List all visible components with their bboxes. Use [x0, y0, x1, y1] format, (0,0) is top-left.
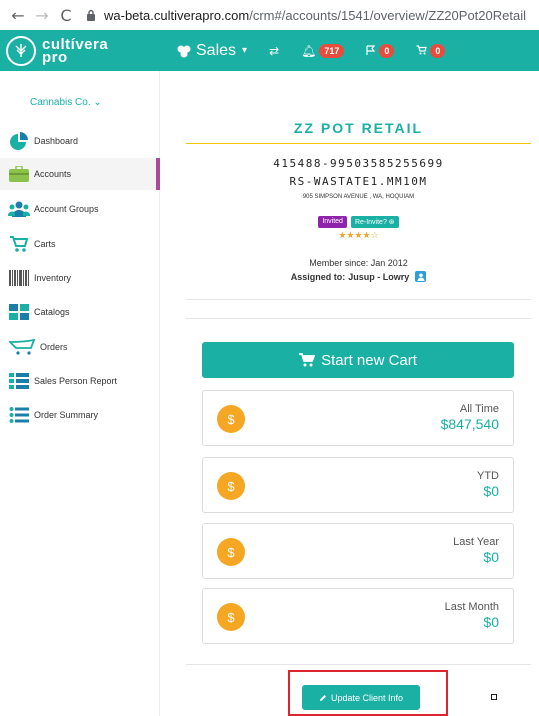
person-icon[interactable]	[415, 271, 427, 282]
sidebar-item-label: Dashboard	[34, 136, 79, 146]
sidebar-item-label: Catalogs	[34, 307, 70, 317]
users-icon	[8, 199, 30, 219]
sales-label: Sales	[196, 41, 237, 59]
divider	[186, 318, 531, 319]
logo[interactable]: cultívera pro	[6, 35, 158, 66]
barcode-icon	[8, 268, 30, 288]
sales-icon	[176, 44, 192, 58]
sidebar-item-carts[interactable]: Carts	[0, 228, 160, 260]
highlight-annotation	[288, 670, 448, 716]
swap-icon: ⇄	[269, 43, 280, 58]
stat-value: $0	[483, 483, 499, 499]
assigned-name: Jusup - Lowry	[348, 271, 410, 282]
sidebar-item-accounts[interactable]: Accounts	[0, 158, 160, 190]
cart-header-button[interactable]: 0	[416, 43, 446, 58]
account-address: 905 SIMPSON AVENUE , WA, HOQUIAM	[302, 194, 415, 200]
divider	[186, 664, 531, 665]
sidebar-item-label: Carts	[34, 239, 56, 249]
swap-button[interactable]: ⇄	[269, 44, 279, 58]
sidebar-item-order-summary[interactable]: Order Summary	[0, 399, 160, 431]
sidebar-item-account-groups[interactable]: Account Groups	[0, 193, 160, 225]
main-content: ZZ POT RETAIL 415488-99503585255699 RS-W…	[172, 78, 539, 716]
cart-badge: 0	[430, 43, 446, 58]
account-number: 415488-99503585255699	[273, 157, 444, 170]
dollar-coin-icon: $	[217, 472, 245, 500]
start-new-cart-button[interactable]: Start new Cart	[202, 342, 514, 378]
title-divider	[186, 143, 531, 144]
dollar-coin-icon: $	[217, 603, 245, 631]
stat-value: $0	[483, 614, 499, 630]
sales-menu[interactable]: Sales ▾	[176, 42, 247, 60]
sidebar-item-orders[interactable]: Orders	[0, 331, 160, 363]
dollar-coin-icon: $	[217, 405, 245, 433]
flags-button[interactable]: 0	[366, 43, 395, 58]
cart-outline-icon	[8, 337, 36, 357]
reload-icon[interactable]: C	[54, 3, 78, 27]
logo-leaf-icon	[6, 35, 36, 66]
url-path: /crm#/accounts/1541/overview/ZZ20Pot20Re…	[249, 7, 526, 23]
sidebar-item-dashboard[interactable]: Dashboard	[0, 125, 160, 157]
divider	[186, 299, 531, 300]
flag-icon	[366, 44, 376, 58]
stat-card-ytd: $ YTD $0	[202, 457, 514, 513]
lock-icon	[84, 8, 98, 22]
sidebar-item-catalogs[interactable]: Catalogs	[0, 296, 160, 328]
url-host: wa-beta.cultiverapro.com	[104, 7, 250, 23]
sidebar-item-inventory[interactable]: Inventory	[0, 262, 160, 294]
stat-card-last-year: $ Last Year $0	[202, 523, 514, 579]
list-icon	[8, 371, 30, 391]
notifications-button[interactable]: 🔔︎ 717	[301, 43, 345, 58]
bell-icon: 🔔︎	[301, 43, 317, 58]
invited-badge: Invited	[318, 216, 347, 228]
invite-badges: Invited Re-Invite? ⊛	[186, 216, 531, 228]
account-title: ZZ POT RETAIL	[293, 120, 424, 136]
stat-label: Last Year	[453, 536, 499, 548]
cart-icon	[416, 44, 428, 58]
back-icon[interactable]: ←	[6, 3, 30, 27]
sidebar-item-label: Accounts	[34, 169, 72, 179]
flags-badge: 0	[379, 43, 395, 58]
stat-value: $0	[483, 549, 499, 565]
browser-toolbar: ← → C wa-beta.cultiverapro.com/crm#/acco…	[0, 0, 539, 30]
cart-icon	[8, 234, 30, 254]
briefcase-icon	[8, 164, 30, 184]
cart-icon	[299, 353, 316, 367]
sidebar-item-label: Orders	[40, 342, 68, 352]
stat-value: $847,540	[440, 416, 499, 432]
address-bar[interactable]: wa-beta.cultiverapro.com/crm#/accounts/1…	[84, 8, 539, 23]
app-header: cultívera pro Sales ▾ ⇄ 🔔︎ 717 0 0	[0, 30, 539, 71]
stat-label: YTD	[477, 470, 499, 482]
square-icon[interactable]	[491, 694, 497, 700]
sidebar-item-label: Inventory	[34, 273, 72, 283]
reinvite-button[interactable]: Re-Invite? ⊛	[350, 216, 399, 228]
stat-label: All Time	[459, 403, 499, 415]
dashboard-pie-icon	[8, 131, 30, 151]
sidebar-item-label: Sales Person Report	[34, 376, 118, 386]
stat-label: Last Month	[444, 601, 499, 613]
sidebar-item-label: Order Summary	[34, 410, 99, 420]
sidebar-item-label: Account Groups	[34, 204, 99, 214]
list-icon	[8, 405, 30, 425]
sidebar-item-sales-person-report[interactable]: Sales Person Report	[0, 365, 160, 397]
dollar-coin-icon: $	[217, 538, 245, 566]
rating-stars: ★★★★☆	[338, 231, 379, 241]
assigned-label: Assigned to:	[290, 271, 346, 282]
account-card: ZZ POT RETAIL 415488-99503585255699 RS-W…	[186, 88, 531, 716]
sidebar: Cannabis Co. ⌄ Dashboard Accounts Accoun…	[0, 71, 160, 716]
grid-icon	[8, 302, 30, 322]
refresh-icon: ⊛	[388, 219, 395, 226]
chevron-down-icon: ▾	[242, 45, 248, 56]
assigned-to: Assigned to: Jusup - Lowry	[186, 271, 531, 282]
account-license: RS-WASTATE1.MM10M	[289, 175, 428, 188]
stat-card-last-month: $ Last Month $0	[202, 588, 514, 644]
company-selector[interactable]: Cannabis Co. ⌄	[30, 97, 102, 108]
member-since: Member since: Jan 2012	[309, 258, 408, 268]
notifications-badge: 717	[319, 43, 345, 58]
forward-icon[interactable]: →	[30, 3, 54, 27]
stat-card-all-time: $ All Time $847,540	[202, 390, 514, 446]
